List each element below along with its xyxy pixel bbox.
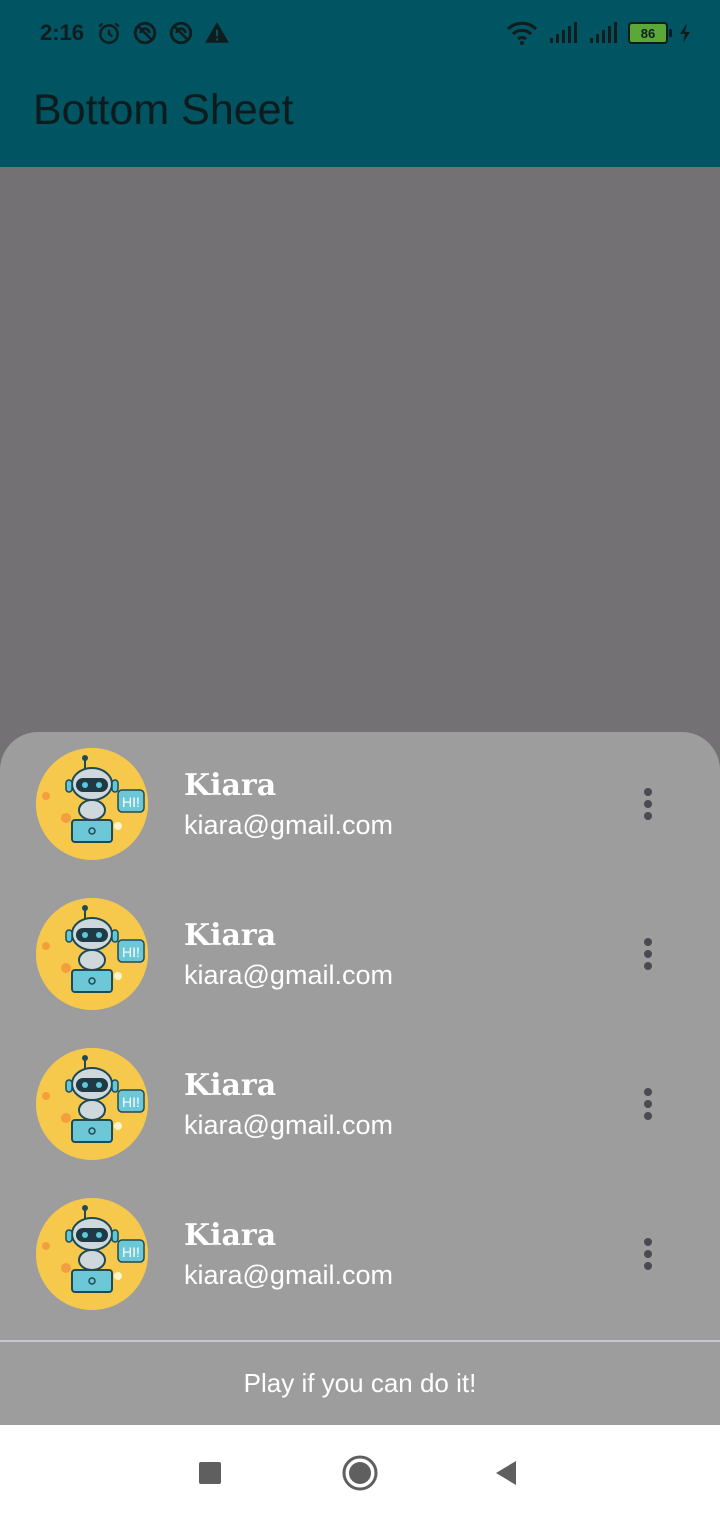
more-vert-icon-dot xyxy=(644,1250,652,1258)
more-options-button[interactable] xyxy=(624,926,672,982)
status-icons-right: 86 xyxy=(506,20,692,46)
robot-avatar: HI! xyxy=(36,1048,148,1160)
more-vert-icon xyxy=(644,1088,652,1096)
home-button[interactable] xyxy=(336,1449,384,1497)
back-icon xyxy=(496,1461,516,1485)
robot-icon: HI! xyxy=(36,898,148,1010)
more-options-button[interactable] xyxy=(624,1226,672,1282)
avatar-speech-text: HI! xyxy=(122,944,140,960)
signal-icon-1 xyxy=(550,22,577,43)
battery-icon: 86 xyxy=(628,22,672,44)
sheet-scrim[interactable] xyxy=(0,167,720,732)
alarm-icon xyxy=(98,22,120,44)
list-item[interactable]: HI! Kiara kiara@gmail.com xyxy=(0,882,720,1032)
charging-icon xyxy=(680,23,690,43)
robot-avatar: HI! xyxy=(36,898,148,1010)
more-vert-icon-dot xyxy=(644,1112,652,1120)
more-vert-icon-dot xyxy=(644,950,652,958)
item-name: Kiara xyxy=(184,1068,277,1103)
more-vert-icon xyxy=(644,788,652,796)
more-vert-icon xyxy=(644,1238,652,1246)
item-email: kiara@gmail.com xyxy=(184,1110,393,1140)
more-vert-icon-dot xyxy=(644,812,652,820)
more-vert-icon-dot xyxy=(644,1262,652,1270)
item-name: Kiara xyxy=(184,918,277,953)
item-email: kiara@gmail.com xyxy=(184,1260,393,1290)
robot-icon: HI! xyxy=(36,1048,148,1160)
list-item[interactable]: HI! Kiara kiara@gmail.com xyxy=(0,1032,720,1182)
back-button[interactable] xyxy=(482,1449,530,1497)
list-item[interactable]: HI! Kiara kiara@gmail.com xyxy=(0,1182,720,1332)
item-name: Kiara xyxy=(184,768,277,803)
item-email: kiara@gmail.com xyxy=(184,810,393,840)
robot-icon: HI! xyxy=(36,748,148,860)
more-vert-icon-dot xyxy=(644,1100,652,1108)
page-title: Bottom Sheet xyxy=(33,86,294,134)
robot-avatar: HI! xyxy=(36,748,148,860)
bottom-sheet: HI! Kiara kiara@gmail.com HI! Kiara kiar… xyxy=(0,732,720,1425)
robot-avatar: HI! xyxy=(36,1198,148,1310)
status-bar: 2:16 86 xyxy=(0,0,720,68)
more-vert-icon-dot xyxy=(644,800,652,808)
navigation-bar xyxy=(0,1425,720,1520)
status-time: 2:16 xyxy=(40,20,85,45)
warning-icon xyxy=(205,22,229,43)
avatar-speech-text: HI! xyxy=(122,1094,140,1110)
recents-icon xyxy=(199,1462,221,1484)
more-vert-icon-dot xyxy=(644,962,652,970)
more-options-button[interactable] xyxy=(624,1076,672,1132)
data-saver-icon xyxy=(169,21,193,45)
app-bar: Bottom Sheet xyxy=(0,68,720,167)
screen: 2:16 86 Bottom Sheet HI! Kiara kiara@gma… xyxy=(0,0,720,1520)
list-item[interactable]: HI! Kiara kiara@gmail.com xyxy=(0,732,720,882)
signal-icon-2 xyxy=(590,22,617,43)
item-name: Kiara xyxy=(184,1218,277,1253)
item-email: kiara@gmail.com xyxy=(184,960,393,990)
wifi-icon xyxy=(506,21,538,45)
do-not-disturb-icon xyxy=(133,21,157,45)
robot-icon: HI! xyxy=(36,1198,148,1310)
more-vert-icon xyxy=(644,938,652,946)
avatar-speech-text: HI! xyxy=(122,1244,140,1260)
avatar-speech-text: HI! xyxy=(122,794,140,810)
more-options-button[interactable] xyxy=(624,776,672,832)
home-icon xyxy=(342,1455,378,1491)
status-icons-left xyxy=(96,20,230,46)
play-action-button[interactable]: Play if you can do it! xyxy=(0,1342,720,1425)
battery-level: 86 xyxy=(640,25,656,41)
recents-button[interactable] xyxy=(186,1449,234,1497)
